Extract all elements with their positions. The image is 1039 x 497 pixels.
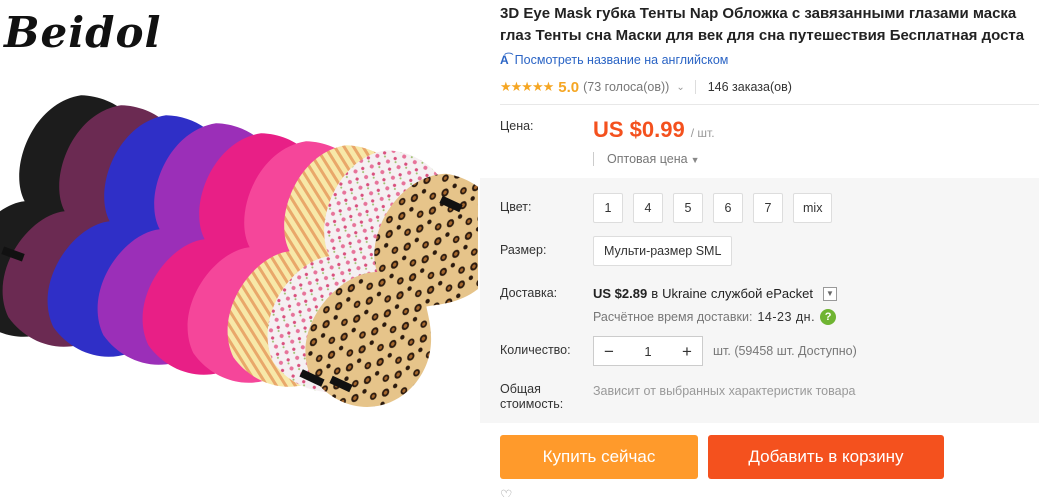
size-label: Размер: xyxy=(500,243,547,257)
rating-row: ★★★★★ 5.0 (73 голоса(ов)) ⌄ 146 заказа(о… xyxy=(500,78,792,96)
add-to-cart-button[interactable]: Добавить в корзину xyxy=(708,435,944,479)
wholesale-price-dropdown[interactable]: Оптовая цена ▼ xyxy=(593,152,699,166)
price-unit: / шт. xyxy=(690,126,715,140)
color-option[interactable]: mix xyxy=(793,193,833,223)
color-option[interactable]: 1 xyxy=(593,193,623,223)
orders-count: 146 заказа(ов) xyxy=(707,80,792,94)
quantity-available: шт. (59458 шт. Доступно) xyxy=(713,344,857,358)
product-title: 3D Eye Mask губка Тенты Nap Обложка с за… xyxy=(500,3,1039,47)
price-amount: US $0.99 xyxy=(593,117,685,142)
wholesale-price-label: Оптовая цена xyxy=(607,152,688,166)
chevron-down-icon[interactable]: ⌄ xyxy=(676,82,684,93)
total-note: Зависит от выбранных характеристик товар… xyxy=(593,384,856,398)
plus-icon[interactable]: + xyxy=(678,343,696,360)
delivery-estimate-label: Расчётное время доставки: xyxy=(593,310,753,324)
translate-link-label: Посмотреть название на английском xyxy=(514,53,729,67)
total-label: Общая стоимость: xyxy=(500,382,563,412)
chevron-down-icon[interactable]: ▼ xyxy=(823,286,838,301)
price-block: US $0.99 / шт. xyxy=(593,117,715,143)
shipping-info: US $2.89 в Ukraine службой ePacket ▼ xyxy=(593,286,838,301)
product-image[interactable] xyxy=(0,80,478,410)
shipping-to: в xyxy=(651,286,659,301)
quantity-label: Количество: xyxy=(500,343,571,357)
rating-stars-icon: ★★★★★ xyxy=(500,79,554,94)
product-title-line-2: глаз Тенты сна Маски для век для сна пут… xyxy=(500,27,1025,44)
heart-icon[interactable]: ♡ xyxy=(500,487,513,497)
quantity-input[interactable]: 1 xyxy=(644,344,651,359)
quantity-stepper: − 1 + xyxy=(593,336,703,366)
color-option[interactable]: 7 xyxy=(753,193,783,223)
color-option[interactable]: 5 xyxy=(673,193,703,223)
size-option[interactable]: Мульти-размер SML xyxy=(593,236,733,266)
rating-votes[interactable]: (73 голоса(ов)) xyxy=(583,80,669,94)
help-icon[interactable]: ? xyxy=(820,309,837,325)
product-info: 3D Eye Mask губка Тенты Nap Обложка с за… xyxy=(480,0,1039,497)
minus-icon[interactable]: − xyxy=(600,343,618,360)
section-divider xyxy=(500,104,1039,105)
price-label: Цена: xyxy=(500,119,534,133)
color-option[interactable]: 4 xyxy=(633,193,663,223)
delivery-estimate: Расчётное время доставки: 14-23 дн. ? xyxy=(593,309,837,325)
total-label-line-1: Общая xyxy=(500,382,541,396)
color-options: 1 4 5 6 7 mix xyxy=(593,193,833,223)
shipping-service[interactable]: службой ePacket xyxy=(711,286,813,301)
shipping-country[interactable]: Ukraine xyxy=(662,286,707,301)
shipping-label: Доставка: xyxy=(500,286,558,300)
total-label-line-2: стоимость: xyxy=(500,397,564,411)
rating-score: 5.0 xyxy=(558,78,580,96)
buy-now-button[interactable]: Купить сейчас xyxy=(500,435,698,479)
color-option[interactable]: 6 xyxy=(713,193,743,223)
divider xyxy=(694,80,696,94)
translate-link[interactable]: A͡ Посмотреть название на английском xyxy=(500,53,728,67)
brand-logo: Beidol xyxy=(4,8,162,57)
shipping-cost: US $2.89 xyxy=(593,286,648,301)
product-title-line-1: 3D Eye Mask губка Тенты Nap Обложка с за… xyxy=(500,5,1017,22)
delivery-days: 14-23 дн. xyxy=(757,310,816,324)
product-gallery: Beidol xyxy=(0,0,478,497)
caret-down-icon: ▼ xyxy=(690,155,700,165)
translate-icon: A͡ xyxy=(500,53,509,67)
color-label: Цвет: xyxy=(500,200,532,214)
